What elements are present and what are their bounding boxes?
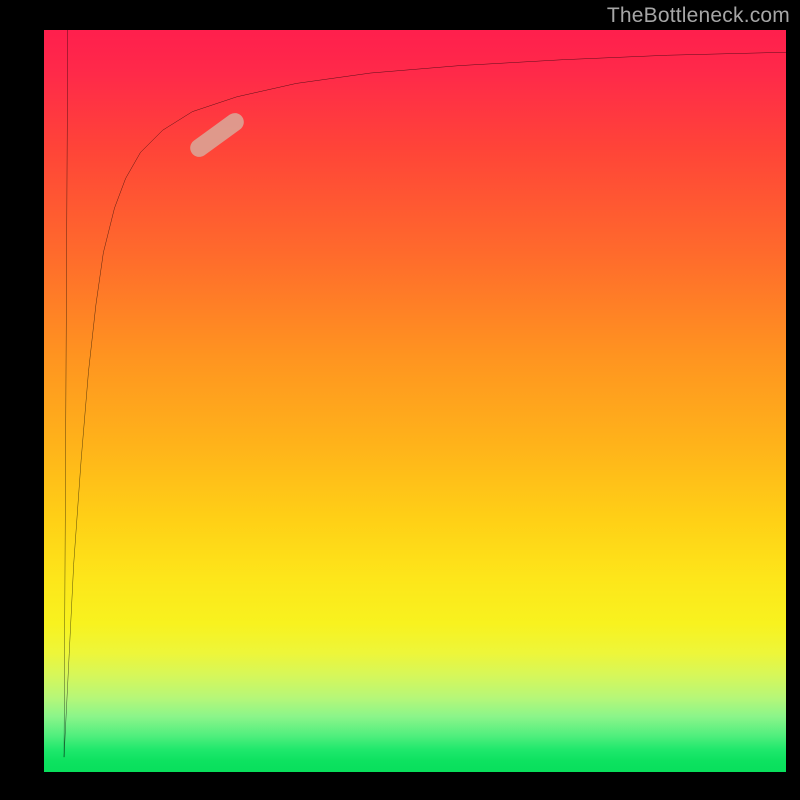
watermark: TheBottleneck.com xyxy=(607,4,790,28)
plot-area xyxy=(44,30,786,772)
bottleneck-curve xyxy=(44,30,786,772)
